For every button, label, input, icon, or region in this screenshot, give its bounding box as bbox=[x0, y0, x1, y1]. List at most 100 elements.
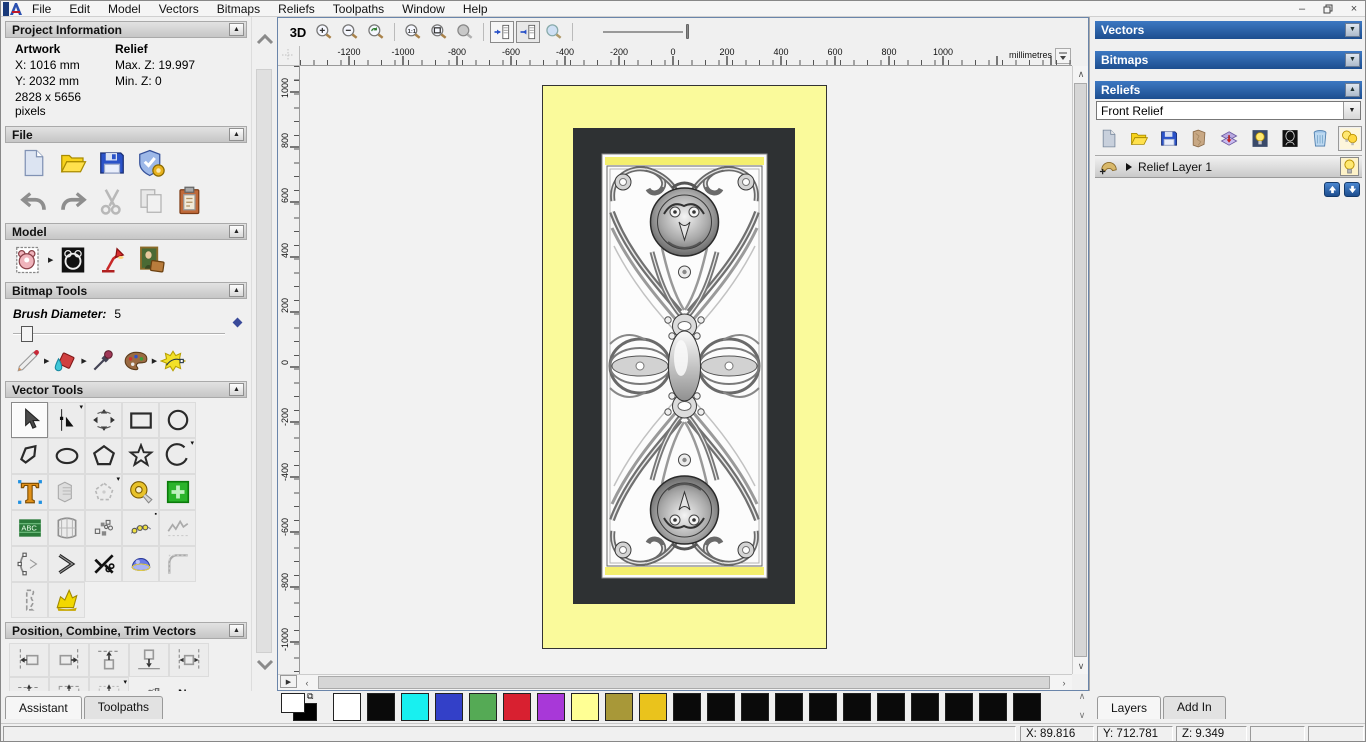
save-relief-icon[interactable] bbox=[1159, 128, 1179, 149]
tab-add-in[interactable]: Add In bbox=[1163, 696, 1226, 719]
block-copy-button[interactable] bbox=[85, 510, 122, 546]
collapse-icon[interactable]: ▲ bbox=[229, 284, 244, 297]
greyscale-from-relief-icon[interactable] bbox=[13, 245, 43, 275]
menu-toolpaths[interactable]: Toolpaths bbox=[324, 2, 393, 16]
palette-swatch[interactable] bbox=[605, 693, 633, 721]
menu-model[interactable]: Model bbox=[99, 2, 150, 16]
file-section-header[interactable]: File ▲ bbox=[5, 126, 247, 143]
collapse-icon[interactable]: ▲ bbox=[229, 383, 244, 396]
create-circle-button[interactable] bbox=[159, 402, 196, 438]
ruler-toggle-button[interactable]: ▶ bbox=[280, 675, 297, 688]
layer-name[interactable]: Relief Layer 1 bbox=[1138, 160, 1335, 174]
zoom-object-icon[interactable] bbox=[542, 21, 566, 43]
palette-swatch[interactable] bbox=[843, 693, 871, 721]
paste-icon[interactable] bbox=[175, 186, 205, 216]
collapse-icon[interactable]: ▲ bbox=[1345, 83, 1360, 97]
zoom-out-icon[interactable] bbox=[338, 21, 362, 43]
palette-swatch[interactable] bbox=[469, 693, 497, 721]
palette-swatch[interactable] bbox=[673, 693, 701, 721]
menu-reliefs[interactable]: Reliefs bbox=[269, 2, 324, 16]
model-properties-icon[interactable] bbox=[136, 148, 166, 178]
relief-from-file-icon[interactable] bbox=[1189, 128, 1209, 149]
reliefs-section-header[interactable]: Reliefs ▲ bbox=[1095, 81, 1362, 99]
collapse-icon[interactable]: ▲ bbox=[229, 624, 244, 637]
new-relief-layer-icon[interactable] bbox=[1099, 128, 1119, 149]
center-horizontal-button[interactable] bbox=[169, 643, 209, 677]
save-model-icon[interactable] bbox=[97, 148, 127, 178]
nesting-button[interactable]: Nes bbox=[169, 677, 209, 691]
measure-button[interactable] bbox=[122, 474, 159, 510]
n-slider[interactable] bbox=[603, 22, 693, 42]
trim-vectors-button[interactable] bbox=[85, 546, 122, 582]
cut-icon[interactable] bbox=[97, 186, 127, 216]
canvas-horizontal-scrollbar[interactable]: ▶ ‹ › bbox=[278, 674, 1072, 690]
center-in-model-button[interactable] bbox=[49, 677, 89, 691]
primary-secondary-colours[interactable]: ⧉ bbox=[279, 691, 325, 721]
create-bevel-button[interactable] bbox=[48, 546, 85, 582]
expand-icon[interactable]: ▼ bbox=[1345, 23, 1360, 37]
scroll-right-icon[interactable]: › bbox=[1056, 675, 1072, 691]
canvas-viewport[interactable] bbox=[300, 66, 1072, 674]
wrap-text-button[interactable] bbox=[48, 474, 85, 510]
scrollbar-track[interactable] bbox=[256, 69, 272, 653]
palette-swatch[interactable] bbox=[333, 693, 361, 721]
chevron-down-icon[interactable]: ▼ bbox=[1343, 102, 1360, 119]
toggle-left-pane-icon[interactable] bbox=[490, 21, 514, 43]
model-section-header[interactable]: Model ▲ bbox=[5, 223, 247, 240]
fillet-button[interactable] bbox=[159, 546, 196, 582]
menu-file[interactable]: File bbox=[23, 2, 60, 16]
lighting-material-icon[interactable] bbox=[97, 245, 127, 275]
node-editing-button[interactable]: ▾ bbox=[48, 402, 85, 438]
zoom-in-icon[interactable] bbox=[312, 21, 336, 43]
invert-greyscale-icon[interactable] bbox=[58, 245, 88, 275]
collapse-icon[interactable]: ▲ bbox=[229, 128, 244, 141]
select-vectors-button[interactable] bbox=[11, 402, 48, 438]
assistant-scrollbar[interactable] bbox=[251, 17, 277, 691]
envelope-distortion-button[interactable] bbox=[48, 510, 85, 546]
tab-toolpaths[interactable]: Toolpaths bbox=[83, 696, 164, 719]
palette-swatch[interactable] bbox=[639, 693, 667, 721]
toggle-layer-visibility-icon[interactable] bbox=[1250, 128, 1270, 149]
view-3d-button[interactable]: 3D bbox=[286, 21, 310, 43]
slider-handle[interactable] bbox=[21, 326, 33, 342]
block-create-button[interactable] bbox=[159, 474, 196, 510]
restore-icon[interactable] bbox=[1315, 1, 1341, 16]
collapse-icon[interactable]: ▲ bbox=[229, 23, 244, 36]
zoom-selected-icon[interactable] bbox=[453, 21, 477, 43]
project-information-header[interactable]: Project Information ▲ bbox=[5, 21, 247, 38]
greyscale-preview-icon[interactable] bbox=[1280, 128, 1300, 149]
palette-swatch[interactable] bbox=[435, 693, 463, 721]
position-section-header[interactable]: Position, Combine, Trim Vectors ▲ bbox=[5, 622, 247, 639]
center-in-page-button[interactable] bbox=[9, 677, 49, 691]
palette-swatch[interactable] bbox=[367, 693, 395, 721]
bitmap-tools-header[interactable]: Bitmap Tools ▲ bbox=[5, 282, 247, 299]
palette-swatch[interactable] bbox=[775, 693, 803, 721]
slider-handle[interactable] bbox=[686, 24, 689, 39]
texture-relief-icon[interactable] bbox=[136, 245, 166, 275]
colour-palette-icon[interactable] bbox=[123, 348, 149, 374]
free-form-button[interactable] bbox=[159, 510, 196, 546]
align-right-button[interactable] bbox=[49, 643, 89, 677]
tab-layers[interactable]: Layers bbox=[1097, 696, 1162, 719]
link-colours-icon[interactable]: ⧉ bbox=[307, 691, 313, 702]
align-left-button[interactable] bbox=[9, 643, 49, 677]
transform-vectors-button[interactable] bbox=[85, 402, 122, 438]
ruler-units-dropdown[interactable] bbox=[1055, 48, 1071, 64]
brush-diameter-slider[interactable] bbox=[13, 317, 243, 343]
canvas-vertical-scrollbar[interactable]: ∧ ∨ bbox=[1072, 66, 1088, 674]
toggle-right-pane-icon[interactable] bbox=[516, 21, 540, 43]
move-layer-up-button[interactable] bbox=[1324, 182, 1340, 197]
scroll-up-icon[interactable]: ∧ bbox=[1073, 66, 1089, 82]
colour-picker-icon[interactable] bbox=[90, 348, 116, 374]
scroll-down-icon[interactable]: ∨ bbox=[1073, 658, 1089, 674]
paste-along-curve-button[interactable]: ▪ bbox=[122, 510, 159, 546]
create-polygon-button[interactable] bbox=[85, 438, 122, 474]
flyout-arrow-icon[interactable]: ▶ bbox=[81, 357, 86, 365]
palette-swatch[interactable] bbox=[401, 693, 429, 721]
open-relief-icon[interactable] bbox=[1129, 128, 1149, 149]
zoom-previous-icon[interactable] bbox=[364, 21, 388, 43]
menu-help[interactable]: Help bbox=[454, 2, 497, 16]
flyout-arrow-icon[interactable]: ▶ bbox=[48, 256, 53, 264]
move-layer-down-button[interactable] bbox=[1344, 182, 1360, 197]
palette-swatch[interactable] bbox=[979, 693, 1007, 721]
